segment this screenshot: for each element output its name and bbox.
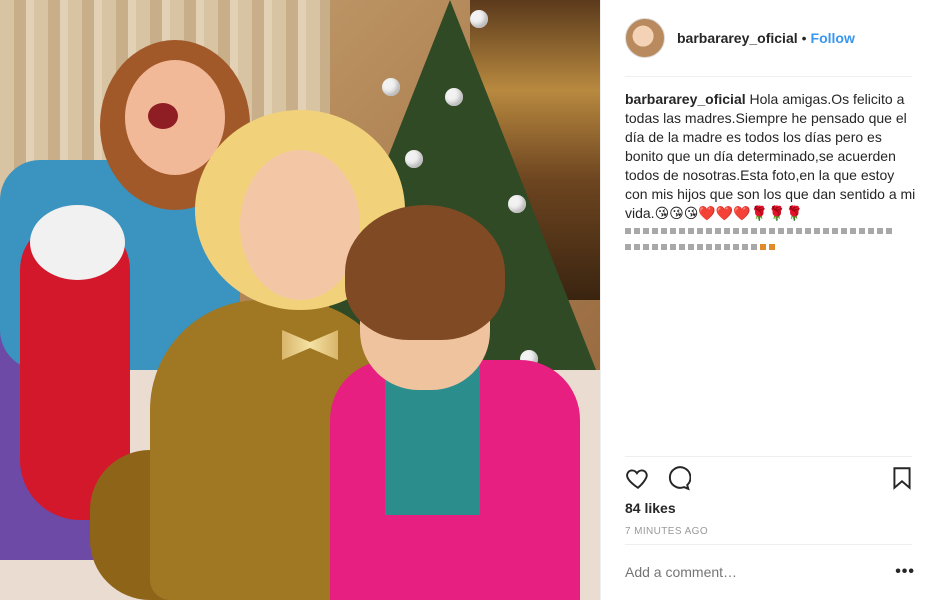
comment-divider: [625, 544, 912, 545]
girl-mouth: [148, 103, 178, 129]
ornament: [382, 78, 400, 96]
caption-username-link[interactable]: barbararey_oficial: [625, 91, 746, 107]
ornament: [470, 10, 488, 28]
heart-icon[interactable]: [625, 465, 651, 491]
username-link[interactable]: barbararey_oficial: [677, 30, 798, 46]
mother-face: [240, 150, 360, 300]
post-caption: barbararey_oficial Hola amigas.Os felici…: [625, 90, 917, 223]
likes-count[interactable]: 84 likes: [625, 500, 676, 516]
bookmark-icon[interactable]: [889, 465, 915, 491]
follow-button[interactable]: Follow: [811, 30, 855, 46]
ornament: [445, 88, 463, 106]
post-sidebar: barbararey_oficial • Follow barbararey_o…: [600, 0, 934, 600]
separator-dot: •: [801, 30, 807, 46]
action-bar: [625, 465, 915, 495]
ornament: [405, 150, 423, 168]
comment-bubble-icon[interactable]: [665, 465, 691, 491]
actions-divider: [625, 456, 912, 457]
post-header: barbararey_oficial • Follow: [625, 16, 913, 60]
avatar[interactable]: [625, 18, 665, 58]
redacted-comment-line: [625, 244, 775, 254]
post-photo[interactable]: [0, 0, 600, 600]
comment-form: •••: [625, 558, 915, 586]
stocking-cuff: [30, 205, 125, 280]
comment-input[interactable]: [625, 564, 865, 580]
header-divider: [625, 76, 912, 77]
post-timestamp[interactable]: 7 MINUTES AGO: [625, 526, 708, 537]
redacted-comment-line: [625, 228, 892, 238]
more-options-button[interactable]: •••: [895, 563, 915, 581]
caption-text: Hola amigas.Os felicito a todas las madr…: [625, 91, 916, 221]
boy-hair: [345, 205, 505, 340]
ornament: [508, 195, 526, 213]
